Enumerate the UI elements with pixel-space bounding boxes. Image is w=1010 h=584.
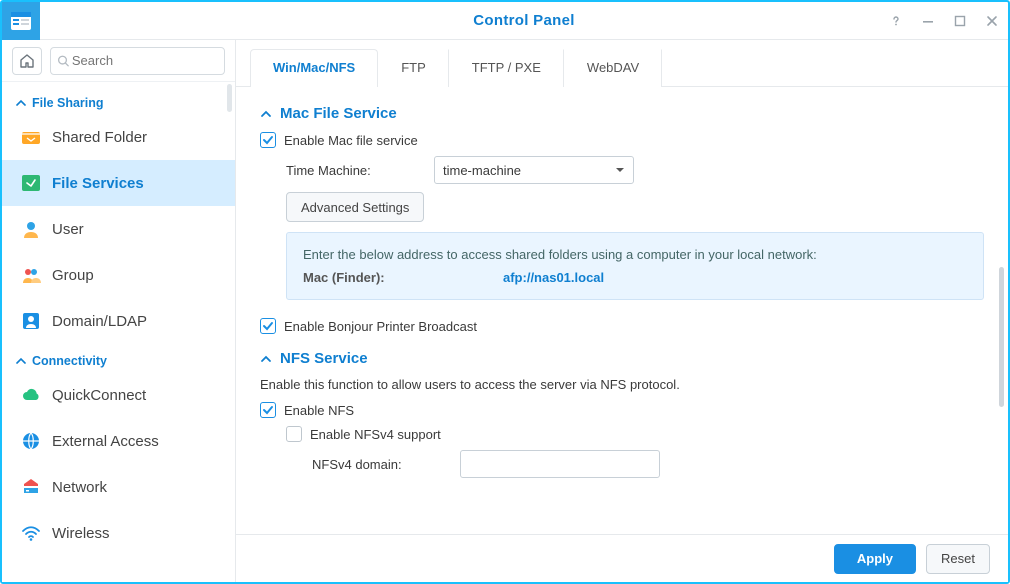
sidebar-item-label: Network [52,479,107,496]
search-icon [57,54,70,68]
domain-ldap-icon [20,310,42,332]
checkbox-enable-bonjour[interactable] [260,318,276,334]
sidebar-item-shared-folder[interactable]: Shared Folder [2,114,235,160]
settings-panel: Mac File Service Enable Mac file service… [236,87,1008,534]
sidebar-section-label: File Sharing [32,96,104,110]
chevron-up-icon [16,356,26,366]
sidebar-item-group[interactable]: Group [2,252,235,298]
checkbox-label: Enable NFSv4 support [310,427,441,442]
time-machine-select[interactable]: time-machine [434,156,634,184]
apply-button[interactable]: Apply [834,544,916,574]
nfsv4-domain-input[interactable] [460,450,660,478]
window-title: Control Panel [40,12,1008,29]
sidebar-item-label: Shared Folder [52,129,147,146]
folder-share-icon [20,126,42,148]
home-button[interactable] [12,47,42,75]
file-services-icon [20,172,42,194]
select-value: time-machine [443,163,521,178]
maximize-icon[interactable] [952,13,968,29]
advanced-settings-button[interactable]: Advanced Settings [286,192,424,222]
sidebar-item-wireless[interactable]: Wireless [2,510,235,556]
sidebar-item-label: QuickConnect [52,387,146,404]
network-icon [20,476,42,498]
footer: Apply Reset [236,534,1008,582]
tab-bar: Win/Mac/NFS FTP TFTP / PXE WebDAV [236,40,1008,87]
sidebar-item-domain-ldap[interactable]: Domain/LDAP [2,298,235,344]
tab-win-mac-nfs[interactable]: Win/Mac/NFS [250,49,378,87]
section-title: Mac File Service [280,105,397,122]
access-address-info: Enter the below address to access shared… [286,232,984,300]
wifi-icon [20,522,42,544]
info-key: Mac (Finder): [303,270,503,285]
checkbox-enable-nfsv4[interactable] [286,426,302,442]
section-nfs-service[interactable]: NFS Service [260,350,984,367]
help-icon[interactable] [888,13,904,29]
sidebar-item-file-services[interactable]: File Services [2,160,235,206]
sidebar-section-label: Connectivity [32,354,107,368]
checkbox-label: Enable Bonjour Printer Broadcast [284,319,477,334]
sidebar-section-connectivity[interactable]: Connectivity [2,344,235,372]
group-icon [20,264,42,286]
check-icon [262,134,274,146]
window-controls [888,2,1000,40]
tab-webdav[interactable]: WebDAV [564,49,662,87]
chevron-up-icon [260,108,272,120]
tab-ftp[interactable]: FTP [378,49,449,87]
search-input[interactable] [70,52,218,69]
globe-icon [20,430,42,452]
sidebar-item-label: External Access [52,433,159,450]
sidebar-scrollbar[interactable] [227,84,232,112]
close-icon[interactable] [984,13,1000,29]
minimize-icon[interactable] [920,13,936,29]
control-panel-window: Control Panel [0,0,1010,584]
info-value: afp://nas01.local [503,270,604,285]
tab-tftp-pxe[interactable]: TFTP / PXE [449,49,564,87]
check-icon [262,404,274,416]
nfs-description: Enable this function to allow users to a… [260,377,984,392]
sidebar-item-external-access[interactable]: External Access [2,418,235,464]
titlebar: Control Panel [2,2,1008,40]
content-area: Win/Mac/NFS FTP TFTP / PXE WebDAV Mac Fi… [236,40,1008,582]
info-header: Enter the below address to access shared… [303,247,967,262]
home-icon [19,53,35,69]
sidebar-item-quickconnect[interactable]: QuickConnect [2,372,235,418]
section-mac-file-service[interactable]: Mac File Service [260,105,984,122]
chevron-up-icon [260,353,272,365]
user-icon [20,218,42,240]
sidebar-item-label: Domain/LDAP [52,313,147,330]
sidebar-item-label: Wireless [52,525,110,542]
reset-button[interactable]: Reset [926,544,990,574]
checkbox-enable-nfs[interactable] [260,402,276,418]
chevron-up-icon [16,98,26,108]
content-scrollbar[interactable] [999,267,1004,407]
time-machine-label: Time Machine: [286,163,426,178]
sidebar-section-file-sharing[interactable]: File Sharing [2,86,235,114]
sidebar-item-label: Group [52,267,94,284]
sidebar: File Sharing Shared Folder File Services [2,40,236,582]
section-title: NFS Service [280,350,368,367]
app-icon [2,2,40,40]
sidebar-item-network[interactable]: Network [2,464,235,510]
check-icon [262,320,274,332]
search-field[interactable] [50,47,225,75]
sidebar-item-label: User [52,221,84,238]
cloud-icon [20,384,42,406]
sidebar-item-user[interactable]: User [2,206,235,252]
checkbox-label: Enable Mac file service [284,133,418,148]
checkbox-enable-mac-file-service[interactable] [260,132,276,148]
sidebar-item-label: File Services [52,175,144,192]
chevron-down-icon [615,165,625,175]
checkbox-label: Enable NFS [284,403,354,418]
nfsv4-domain-label: NFSv4 domain: [312,457,452,472]
